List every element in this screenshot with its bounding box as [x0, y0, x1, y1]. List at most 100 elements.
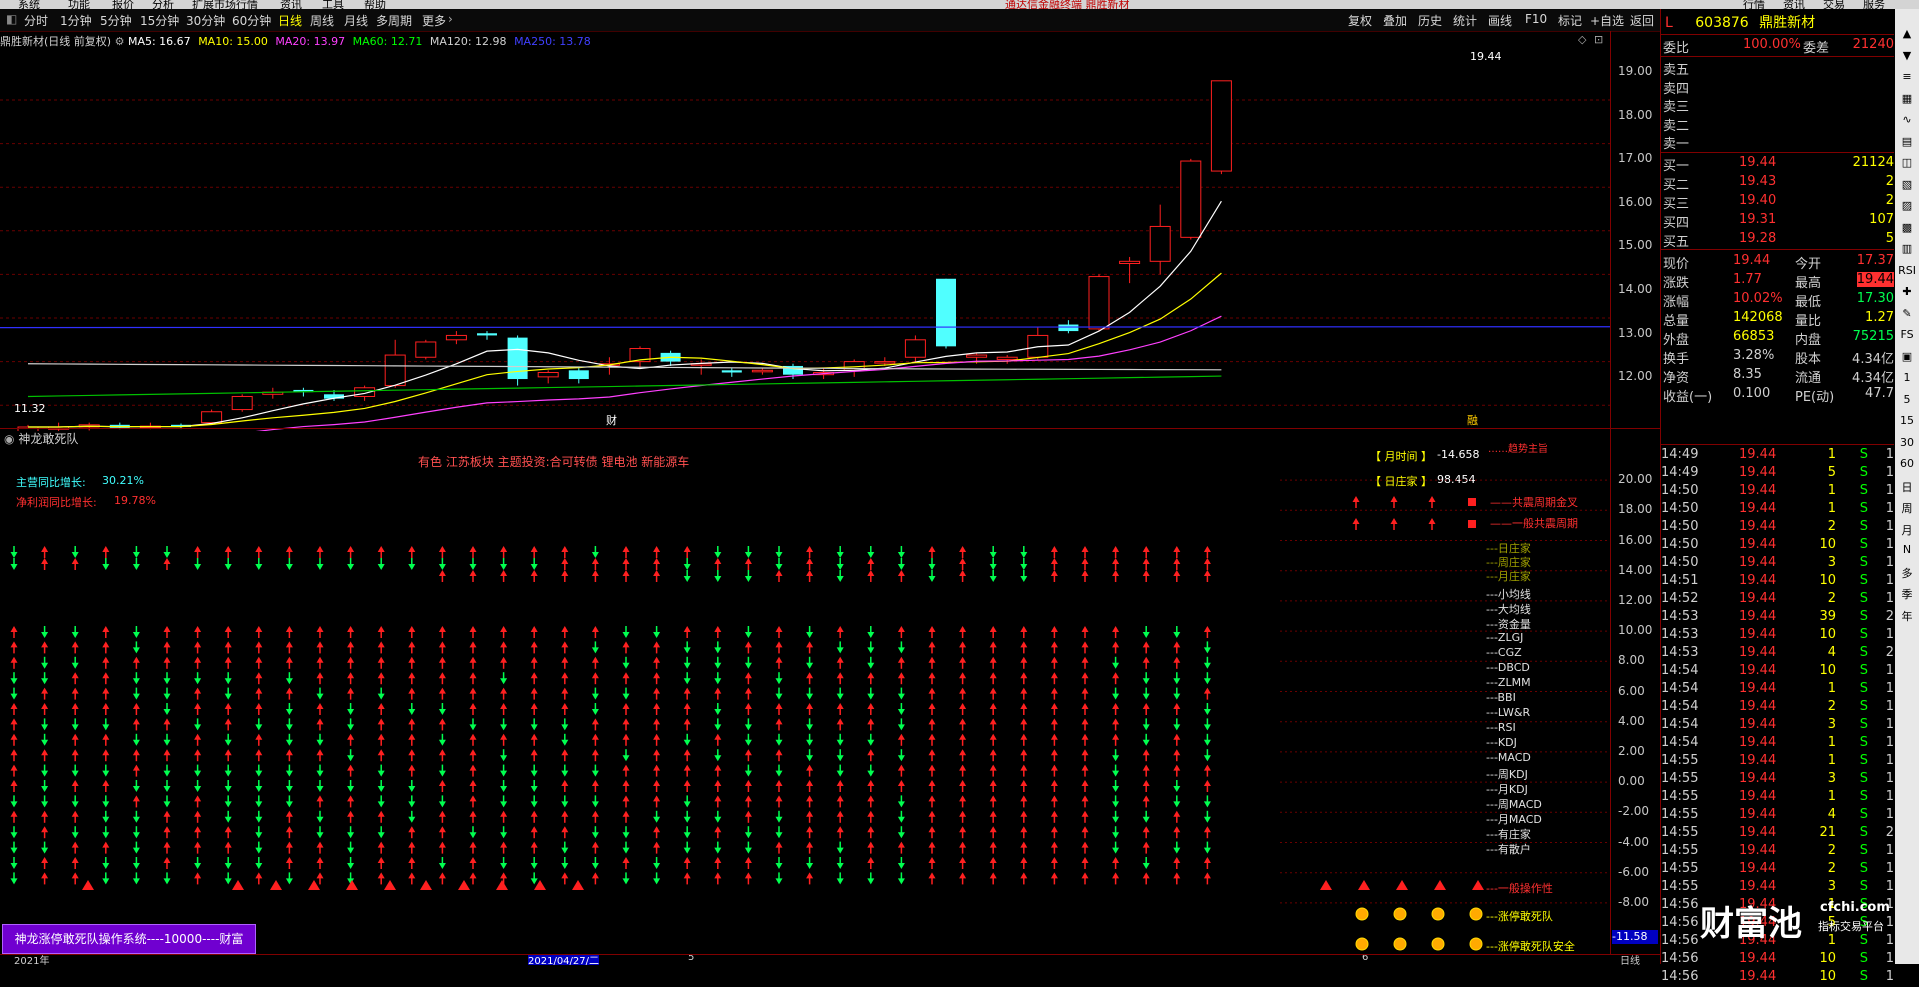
menu-item[interactable]: 帮助 [364, 0, 386, 9]
sidebar-tool-icon[interactable]: 多 [1897, 565, 1917, 581]
sidebar-tool-icon[interactable]: 周 [1897, 500, 1917, 516]
up-arrow-icon [1050, 546, 1058, 558]
tab-period-30min[interactable]: 30分钟 [186, 12, 225, 29]
fuquan-button[interactable]: 复权 [1348, 12, 1372, 29]
tab-period-week[interactable]: 周线 [310, 12, 334, 29]
down-arrow-icon [10, 687, 18, 700]
tick-p: 19.44 [1739, 537, 1777, 552]
menu-item[interactable]: 系统 [18, 0, 40, 9]
candle-body [1149, 225, 1171, 262]
sidebar-tool-icon[interactable]: N [1897, 543, 1917, 556]
up-arrow-icon [530, 810, 538, 823]
up-arrow-icon [959, 672, 967, 685]
menu-item[interactable]: 资讯 [1783, 0, 1805, 9]
f10-button[interactable]: F10 [1525, 12, 1547, 26]
up-arrow-icon [1173, 826, 1181, 839]
tab-period-multi[interactable]: 多周期 [376, 12, 412, 29]
sidebar-tool-icon[interactable]: RSI [1897, 264, 1917, 277]
menu-item[interactable]: 服务 [1863, 0, 1885, 9]
sidebar-tool-icon[interactable]: ▩ [1897, 221, 1917, 234]
up-arrow-icon [867, 703, 875, 715]
stat-value: 10.02% [1733, 291, 1783, 306]
up-arrow-icon [347, 733, 355, 746]
sidebar-tool-icon[interactable]: 年 [1897, 608, 1917, 624]
up-arrow-icon [285, 687, 293, 700]
up-arrow-icon [377, 703, 385, 715]
sidebar-tool-icon[interactable]: ∿ [1897, 113, 1917, 126]
sidebar-tool-icon[interactable]: ▤ [1897, 135, 1917, 148]
up-arrow-icon [224, 641, 232, 654]
down-arrow-icon [530, 718, 538, 731]
sidebar-tool-icon[interactable]: ▣ [1897, 350, 1917, 363]
down-arrow-icon [41, 733, 49, 746]
sidebar-tool-icon[interactable]: ✚ [1897, 285, 1917, 298]
up-arrow-icon [377, 672, 385, 685]
add-watchlist-button[interactable]: +自选 [1590, 12, 1624, 29]
sell-level-label: 卖三 [1663, 100, 1690, 115]
tab-period-fenshi[interactable]: 分时 [24, 12, 48, 29]
sidebar-tool-icon[interactable]: 60 [1897, 457, 1917, 470]
sidebar-tool-icon[interactable]: 15 [1897, 414, 1917, 427]
sidebar-tool-icon[interactable]: ▦ [1897, 92, 1917, 105]
chevron-right-icon[interactable]: › [448, 12, 453, 26]
sidebar-tool-icon[interactable]: FS [1897, 328, 1917, 341]
sidebar-tool-icon[interactable]: 月 [1897, 522, 1917, 538]
up-arrow-icon [1142, 558, 1150, 570]
sidebar-tool-icon[interactable]: ▲ [1897, 27, 1917, 40]
sidebar-tool-icon[interactable]: ≡ [1897, 70, 1917, 83]
tab-period-5min[interactable]: 5分钟 [100, 12, 132, 29]
signal-triangle-icon [384, 880, 396, 890]
tab-period-more[interactable]: 更多 [422, 12, 446, 29]
up-arrow-icon [408, 718, 416, 731]
up-arrow-icon [836, 672, 844, 685]
back-button[interactable]: 返回 [1630, 12, 1654, 29]
menu-item[interactable]: 行情 [1743, 0, 1765, 9]
sidebar-tool-icon[interactable]: ✎ [1897, 307, 1917, 320]
up-arrow-icon [959, 826, 967, 839]
menu-item[interactable]: 报价 [112, 0, 134, 9]
tab-period-1min[interactable]: 1分钟 [60, 12, 92, 29]
tab-period-day[interactable]: 日线 [278, 12, 302, 29]
menu-item[interactable]: 工具 [322, 0, 344, 9]
up-arrow-icon [836, 703, 844, 715]
menu-item[interactable]: 分析 [152, 0, 174, 9]
sidebar-tool-icon[interactable]: ▧ [1897, 178, 1917, 191]
tab-period-month[interactable]: 月线 [344, 12, 368, 29]
kline-chart[interactable] [0, 31, 1660, 431]
stats-button[interactable]: 统计 [1453, 12, 1477, 29]
overlay-button[interactable]: 叠加 [1383, 12, 1407, 29]
sidebar-tool-icon[interactable]: 5 [1897, 393, 1917, 406]
draw-line-button[interactable]: 画线 [1488, 12, 1512, 29]
sidebar-tool-icon[interactable]: ▼ [1897, 49, 1917, 62]
up-arrow-icon [989, 764, 997, 777]
sidebar-tool-icon[interactable]: ◫ [1897, 156, 1917, 169]
up-arrow-icon [1020, 749, 1028, 762]
up-arrow-icon [591, 780, 599, 792]
down-arrow-icon [41, 780, 49, 792]
indicator-chart[interactable] [0, 430, 1610, 960]
menu-item[interactable]: 功能 [68, 0, 90, 9]
tick-row: 14:50 19.44 1 S 1 [1661, 483, 1894, 501]
sidebar-tool-icon[interactable]: 30 [1897, 436, 1917, 449]
sidebar-tool-icon[interactable]: ▨ [1897, 199, 1917, 212]
legend-label: ---月MACD [1486, 813, 1542, 826]
candle-body [537, 372, 559, 378]
down-arrow-icon [1112, 656, 1120, 669]
toolbar-menu-icon[interactable]: ◧ [6, 12, 17, 26]
sidebar-tool-icon[interactable]: 季 [1897, 586, 1917, 602]
up-arrow-icon [1142, 703, 1150, 715]
tab-period-60min[interactable]: 60分钟 [232, 12, 271, 29]
menu-item[interactable]: 扩展市场行情 [192, 0, 258, 9]
sidebar-tool-icon[interactable]: 1 [1897, 371, 1917, 384]
sidebar-tool-icon[interactable]: 日 [1897, 479, 1917, 495]
sidebar-tool-icon[interactable]: ▥ [1897, 242, 1917, 255]
up-arrow-icon [989, 672, 997, 685]
tick-n: 1 [1885, 807, 1894, 822]
tab-period-15min[interactable]: 15分钟 [140, 12, 179, 29]
mark-button[interactable]: 标记 [1558, 12, 1582, 29]
menu-item[interactable]: 交易 [1823, 0, 1845, 9]
down-arrow-icon [102, 857, 110, 869]
history-button[interactable]: 历史 [1418, 12, 1442, 29]
menu-item[interactable]: 资讯 [280, 0, 302, 9]
up-arrow-icon [653, 703, 661, 715]
